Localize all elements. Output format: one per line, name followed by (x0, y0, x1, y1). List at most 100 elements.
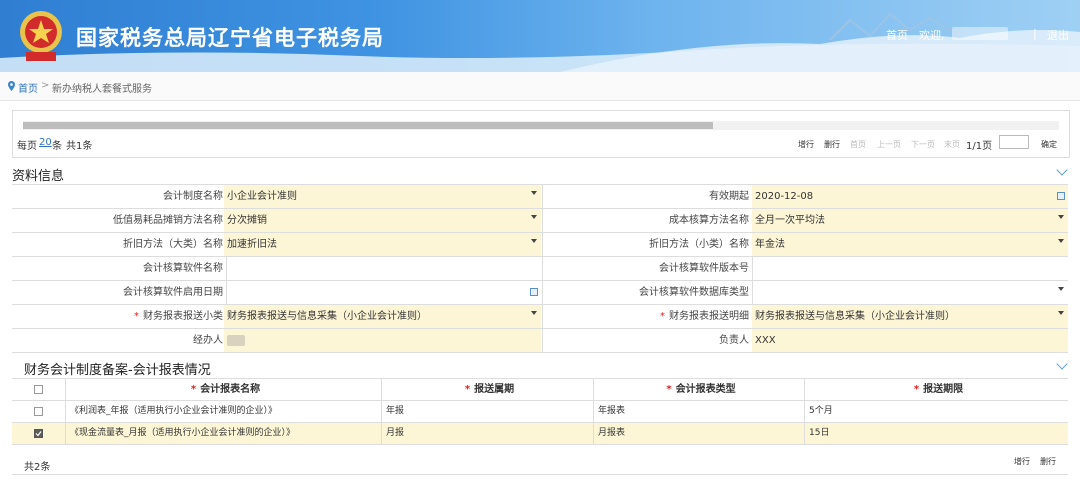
reports-total: 共2条 (24, 462, 51, 473)
per-page-count[interactable]: 20 (39, 137, 52, 148)
report-type-cell: 年报表 (594, 401, 805, 422)
nav-separator: | (1033, 27, 1037, 40)
col-header-report-name: * 会计报表名称 (66, 379, 382, 400)
delete-row-button[interactable]: 删行 (824, 139, 840, 150)
last-page-button[interactable]: 末页 (944, 139, 960, 150)
calendar-icon[interactable] (530, 288, 538, 296)
breadcrumb-separator: > (41, 80, 50, 91)
profile-form: 会计制度名称 小企业会计准则 有效期起 2020-12-08 低值易耗品摊销方法… (12, 184, 1068, 353)
chevron-down-icon[interactable] (1058, 287, 1064, 291)
software-name-input[interactable] (224, 257, 541, 280)
chevron-down-icon[interactable] (1058, 239, 1064, 243)
location-pin-icon (8, 81, 15, 91)
first-page-button[interactable]: 首页 (850, 139, 866, 150)
form-row: 折旧方法（大类）名称 加速折旧法 折旧方法（小类）名称 年金法 (12, 233, 1068, 257)
total-count: 共1条 (66, 141, 93, 152)
breadcrumb: 首页 > 新办纳税人套餐式服务 (0, 72, 1080, 101)
depr-major-label: 折旧方法（大类）名称 (12, 233, 227, 256)
handler-label: 经办人 (12, 329, 227, 352)
depr-minor-label: 折旧方法（小类）名称 (542, 233, 753, 256)
table-footer: 共2条 增行 删行 (12, 452, 1068, 475)
row-select-cell (12, 401, 66, 422)
chevron-down-icon[interactable] (531, 311, 537, 315)
acct-system-label: 会计制度名称 (12, 185, 227, 208)
owner-input[interactable]: XXX (752, 329, 1068, 352)
required-mark-icon: * (666, 384, 672, 395)
form-row: 会计核算软件启用日期 会计核算软件数据库类型 (12, 281, 1068, 305)
welcome-text: 欢迎, (919, 29, 945, 42)
chevron-down-icon[interactable] (531, 191, 537, 195)
required-mark-icon: * (190, 384, 197, 395)
form-row: 会计核算软件名称 会计核算软件版本号 (12, 257, 1068, 281)
col-header-report-type: * 会计报表类型 (594, 379, 805, 400)
cost-method-select[interactable]: 全月一次平均法 (752, 209, 1068, 232)
row-checkbox[interactable] (34, 429, 43, 438)
software-start-label: 会计核算软件启用日期 (12, 281, 227, 304)
next-page-button[interactable]: 下一页 (911, 139, 935, 150)
section-title-reports: 财务会计制度备案-会计报表情况 (24, 363, 211, 378)
chevron-down-icon[interactable] (1058, 215, 1064, 219)
acct-system-select[interactable]: 小企业会计准则 (224, 185, 541, 208)
deadline-cell: 15日 (809, 428, 830, 438)
per-page-prefix: 每页 (17, 141, 37, 152)
row-select-cell (12, 423, 66, 444)
breadcrumb-home[interactable]: 首页 (18, 80, 38, 95)
software-name-label: 会计核算软件名称 (12, 257, 227, 280)
valid-from-label: 有效期起 (542, 185, 753, 208)
report-detail-select[interactable]: 财务报表报送与信息采集（小企业会计准则） (752, 305, 1068, 328)
cost-method-label: 成本核算方法名称 (542, 209, 753, 232)
delete-row-button[interactable]: 删行 (1040, 456, 1056, 467)
scrollbar-thumb[interactable] (23, 122, 713, 129)
required-mark-icon: * (913, 384, 920, 395)
header-banner: 国家税务总局辽宁省电子税务局 首页 欢迎, | 退出 (0, 0, 1080, 72)
page-info: 1/1页 (966, 141, 993, 152)
period-cell: 年报 (382, 401, 594, 422)
select-all-cell (12, 379, 66, 400)
software-version-input[interactable] (752, 257, 1068, 280)
calendar-icon[interactable] (1057, 192, 1065, 200)
depr-minor-select[interactable]: 年金法 (752, 233, 1068, 256)
depr-major-select[interactable]: 加速折旧法 (224, 233, 541, 256)
report-type-cell: 月报表 (594, 423, 805, 444)
form-row: 经办人 负责人 XXX (12, 329, 1068, 353)
breadcrumb-current: 新办纳税人套餐式服务 (52, 84, 152, 95)
site-title: 国家税务总局辽宁省电子税务局 (76, 26, 384, 50)
chevron-down-icon[interactable] (531, 215, 537, 219)
report-small-label: * 财务报表报送小类 (12, 305, 227, 328)
select-all-checkbox[interactable] (34, 385, 43, 394)
prev-page-button[interactable]: 上一页 (877, 139, 901, 150)
page-jump-input[interactable] (999, 135, 1029, 149)
required-mark-icon: * (134, 311, 139, 322)
form-row: 会计制度名称 小企业会计准则 有效期起 2020-12-08 (12, 185, 1068, 209)
valid-from-input[interactable]: 2020-12-08 (752, 185, 1068, 208)
home-link[interactable]: 首页 (886, 27, 908, 43)
chevron-down-icon[interactable] (1058, 311, 1064, 315)
form-row: 低值易耗品摊销方法名称 分次摊销 成本核算方法名称 全月一次平均法 (12, 209, 1068, 233)
reports-table: * 会计报表名称 * 报送属期 * 会计报表类型 * 报送期限 《利润表_年报（适用执行… (12, 378, 1068, 445)
horizontal-scrollbar[interactable] (23, 121, 1059, 130)
collapse-chevron-icon[interactable] (1056, 358, 1068, 370)
handler-name-redacted (227, 334, 245, 346)
form-row: * 财务报表报送小类 财务报表报送与信息采集（小企业会计准则） * 财务报表报送明细… (12, 305, 1068, 329)
low-value-label: 低值易耗品摊销方法名称 (12, 209, 227, 232)
report-small-select[interactable]: 财务报表报送与信息采集（小企业会计准则） (224, 305, 541, 328)
report-name-cell: 《现金流量表_月报（适用执行小企业会计准则的企业）》 (66, 423, 382, 444)
row-checkbox[interactable] (34, 407, 43, 416)
add-row-button[interactable]: 增行 (1014, 456, 1030, 467)
chevron-down-icon[interactable] (531, 239, 537, 243)
handler-input[interactable] (224, 329, 541, 352)
logout-link[interactable]: 退出 (1047, 27, 1069, 43)
confirm-button[interactable]: 确定 (1041, 139, 1057, 150)
col-header-deadline: * 报送期限 (913, 384, 964, 395)
table-row[interactable]: 《现金流量表_月报（适用执行小企业会计准则的企业）》 月报 月报表 15日 (12, 423, 1068, 445)
software-db-select[interactable] (752, 281, 1068, 304)
software-db-label: 会计核算软件数据库类型 (542, 281, 753, 304)
software-start-input[interactable] (224, 281, 541, 304)
period-cell: 月报 (382, 423, 594, 444)
low-value-select[interactable]: 分次摊销 (224, 209, 541, 232)
section-title-profile: 资料信息 (12, 169, 65, 184)
add-row-button[interactable]: 增行 (798, 139, 814, 150)
top-grid-panel: 每页 20 条 共1条 增行 删行 首页 上一页 下一页 末页 1/1页 确定 (12, 110, 1070, 158)
collapse-chevron-icon[interactable] (1056, 164, 1068, 176)
table-row[interactable]: 《利润表_年报（适用执行小企业会计准则的企业）》 年报 年报表 5个月 (12, 401, 1068, 423)
